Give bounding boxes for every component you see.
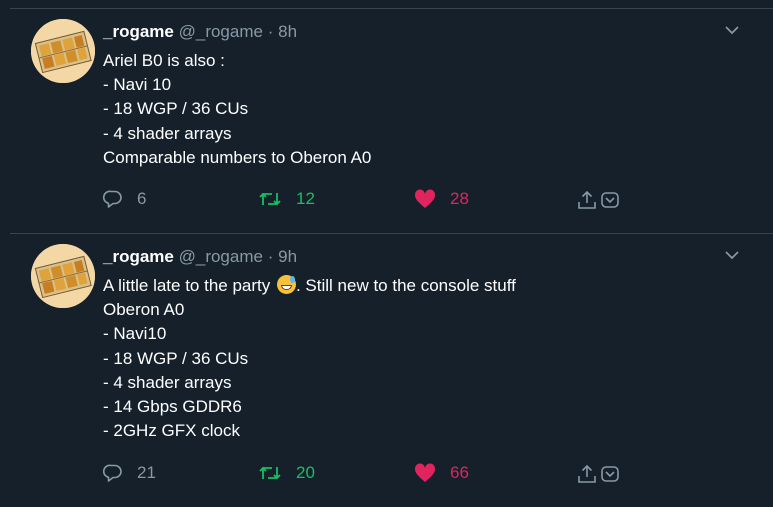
tweet-text-segment: A little late to the party	[103, 276, 275, 295]
retweet-icon	[259, 192, 281, 206]
separator-dot: ·	[267, 22, 274, 41]
share-button[interactable]	[576, 189, 620, 211]
handle[interactable]: @_rogame	[179, 247, 263, 266]
tweet-line: Comparable numbers to Oberon A0	[103, 147, 372, 167]
reply-icon	[103, 190, 122, 208]
avatar[interactable]	[31, 19, 95, 83]
tweet-text: Ariel B0 is also : - Navi 10 - 18 WGP / …	[103, 49, 371, 170]
tweet-header: _rogame @_rogame · 9h	[103, 247, 297, 267]
retweet-button[interactable]: 20	[258, 463, 315, 483]
sweat-smile-emoji-icon	[276, 275, 296, 294]
like-count: 28	[450, 189, 469, 208]
share-icon	[578, 464, 596, 483]
like-icon	[414, 189, 436, 208]
tweet[interactable]: _rogame @_rogame · 8h Ariel B0 is also :…	[10, 9, 773, 234]
timestamp[interactable]: 9h	[278, 247, 297, 266]
tweet-actions: 6 12 28	[103, 189, 743, 213]
tweet-text: A little late to the party . Still new t…	[103, 274, 516, 443]
bookmark-icon[interactable]	[600, 464, 620, 484]
share-icon	[578, 190, 596, 209]
reply-button[interactable]: 21	[103, 463, 156, 483]
like-button[interactable]: 28	[414, 189, 469, 209]
like-count: 66	[450, 463, 469, 482]
retweet-count: 12	[296, 189, 315, 208]
like-button[interactable]: 66	[414, 463, 469, 483]
reply-count: 21	[137, 463, 156, 482]
tweet-line: - 2GHz GFX clock	[103, 421, 240, 441]
retweet-button[interactable]: 12	[258, 189, 315, 209]
separator-dot: ·	[267, 247, 274, 266]
tweet-line: - 14 Gbps GDDR6	[103, 397, 242, 417]
tweet-line: - Navi 10	[103, 75, 172, 95]
tweet-line: - Navi10	[103, 324, 167, 344]
display-name[interactable]: _rogame	[103, 247, 174, 266]
like-icon	[414, 463, 436, 482]
tweet-line: - 18 WGP / 36 CUs	[103, 99, 249, 119]
chevron-down-icon[interactable]	[725, 26, 739, 36]
bookmark-icon[interactable]	[600, 190, 620, 210]
tweet-line: - 18 WGP / 36 CUs	[103, 348, 249, 368]
avatar[interactable]	[31, 244, 95, 308]
retweet-count: 20	[296, 463, 315, 482]
tweet-text-segment: . Still new to the console stuff	[295, 276, 516, 295]
display-name[interactable]: _rogame	[103, 22, 174, 41]
timestamp[interactable]: 8h	[278, 22, 297, 41]
tweet-line: A little late to the party . Still new t…	[103, 274, 516, 298]
reply-button[interactable]: 6	[103, 189, 146, 209]
reply-icon	[103, 464, 122, 482]
tweet-line: - 4 shader arrays	[103, 123, 232, 143]
tweet[interactable]: _rogame @_rogame · 9h A little late to t…	[10, 234, 773, 507]
tweet-line: Ariel B0 is also :	[103, 51, 225, 70]
chevron-down-icon[interactable]	[725, 251, 739, 261]
retweet-icon	[259, 466, 281, 480]
reply-count: 6	[137, 189, 147, 208]
tweet-header: _rogame @_rogame · 8h	[103, 22, 297, 42]
tweet-line: Oberon A0	[103, 300, 185, 320]
tweet-actions: 21 20 66	[103, 463, 743, 487]
tweet-line: - 4 shader arrays	[103, 372, 232, 392]
handle[interactable]: @_rogame	[179, 22, 263, 41]
share-button[interactable]	[576, 463, 620, 485]
